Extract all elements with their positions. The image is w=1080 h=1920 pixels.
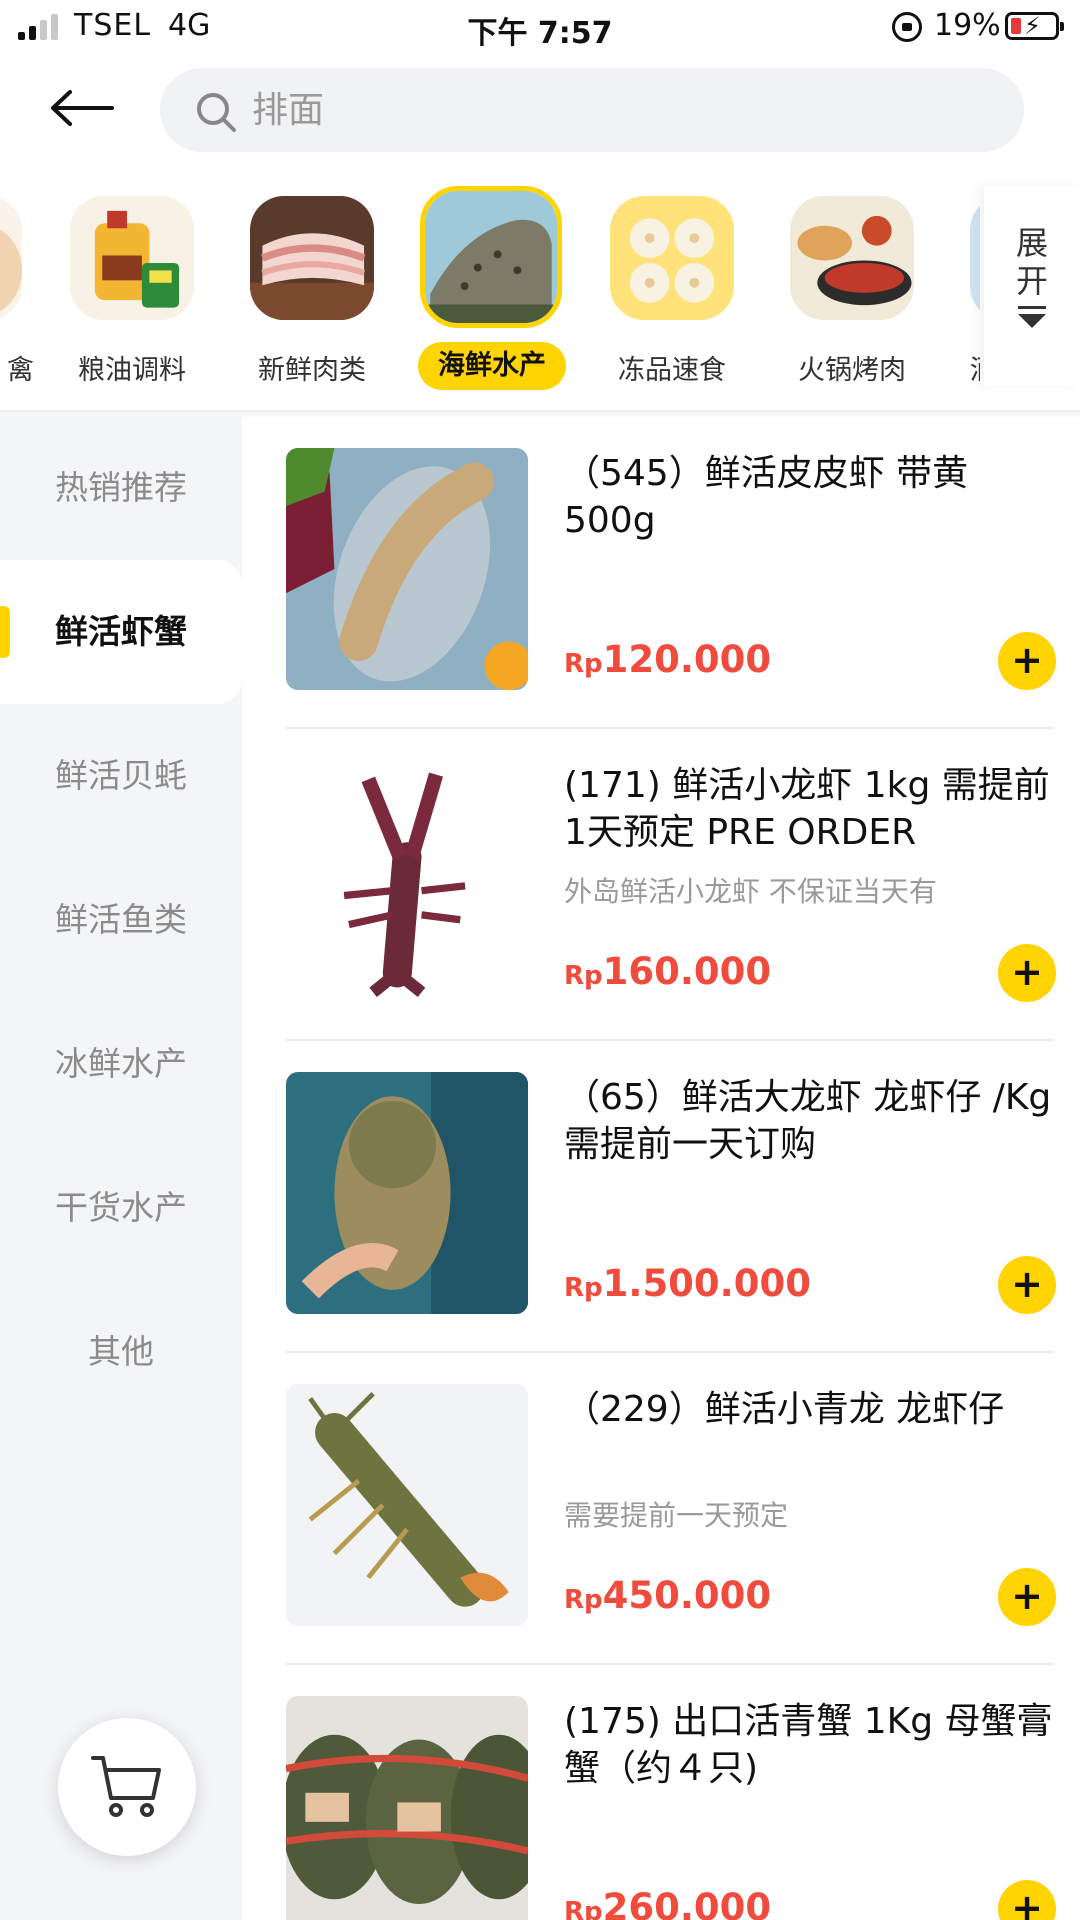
product-price: Rp160.000 xyxy=(564,950,772,993)
arrow-left-icon xyxy=(51,90,114,126)
category-label: 禽 xyxy=(7,355,34,386)
product-price: Rp120.000 xyxy=(564,638,772,681)
category-image xyxy=(970,196,980,320)
product-desc: 需要提前一天预定 xyxy=(564,1499,789,1532)
search-input[interactable] xyxy=(252,68,952,152)
product-list[interactable]: （545）鲜活皮皮虾 带黄 500g Rp120.000 + (171) 鲜活小… xyxy=(242,416,1080,1920)
product-image xyxy=(286,1384,528,1626)
plus-icon: + xyxy=(1011,1573,1043,1618)
add-to-cart-button[interactable]: + xyxy=(998,1256,1056,1314)
add-to-cart-button[interactable]: + xyxy=(998,944,1056,1002)
cart-icon xyxy=(91,1756,161,1817)
charging-bolt-icon: ⚡ xyxy=(1024,12,1041,40)
plus-icon: + xyxy=(1011,637,1043,682)
category-label: 冻品速食 xyxy=(618,355,726,386)
search-icon xyxy=(197,93,236,132)
sidebar-item-fish[interactable]: 鲜活鱼类 xyxy=(0,848,242,992)
product-item[interactable]: （545）鲜活皮皮虾 带黄 500g Rp120.000 + xyxy=(286,416,1056,729)
category-label: 新鲜肉类 xyxy=(258,355,366,386)
product-desc: 外岛鲜活小龙虾 不保证当天有 xyxy=(564,875,937,908)
product-image xyxy=(286,1072,528,1314)
product-title: （229）鲜活小青龙 龙虾仔 xyxy=(564,1389,1005,1430)
product-title: (171) 鲜活小龙虾 1kg 需提前1天预定 PRE ORDER xyxy=(564,765,1050,853)
sidebar-item-chilled[interactable]: 冰鲜水产 xyxy=(0,992,242,1136)
caret-down-icon xyxy=(1018,306,1046,328)
product-price: Rp1.500.000 xyxy=(564,1262,811,1305)
product-item[interactable]: (171) 鲜活小龙虾 1kg 需提前1天预定 PRE ORDER 外岛鲜活小龙… xyxy=(286,728,1056,1041)
category-image xyxy=(790,196,914,320)
product-image xyxy=(286,1696,528,1920)
product-price: Rp450.000 xyxy=(564,1574,772,1617)
product-title: (175) 出口活青蟹 1Kg 母蟹膏蟹（约４只) xyxy=(564,1701,1053,1789)
product-image xyxy=(286,448,528,690)
category-image xyxy=(420,186,562,328)
sidebar-item-hot[interactable]: 热销推荐 xyxy=(0,416,242,560)
plus-icon: + xyxy=(1011,949,1043,994)
plus-icon: + xyxy=(1011,1885,1043,1920)
category-label: 火锅烤肉 xyxy=(798,355,906,386)
cart-button[interactable] xyxy=(58,1718,196,1856)
sidebar-item-other[interactable]: 其他 xyxy=(0,1280,242,1424)
category-image xyxy=(250,196,374,320)
add-to-cart-button[interactable]: + xyxy=(998,632,1056,690)
category-sidebar: 热销推荐 鲜活虾蟹 鲜活贝蚝 鲜活鱼类 冰鲜水产 干货水产 其他 xyxy=(0,416,242,1920)
add-to-cart-button[interactable]: + xyxy=(998,1880,1056,1920)
product-item[interactable]: （229）鲜活小青龙 龙虾仔 需要提前一天预定 Rp450.000 + xyxy=(286,1352,1056,1665)
category-label: 酒 xyxy=(952,348,980,387)
back-button[interactable] xyxy=(48,78,118,138)
sidebar-item-shellfish[interactable]: 鲜活贝蚝 xyxy=(0,704,242,848)
expand-categories-button[interactable]: 展开 xyxy=(984,186,1080,386)
sidebar-item-dried[interactable]: 干货水产 xyxy=(0,1136,242,1280)
plus-icon: + xyxy=(1011,1261,1043,1306)
sidebar-item-shrimp-crab[interactable]: 鲜活虾蟹 xyxy=(0,560,242,704)
category-image xyxy=(0,196,22,320)
product-item[interactable]: （65）鲜活大龙虾 龙虾仔 /Kg 需提前一天订购 Rp1.500.000 + xyxy=(286,1040,1056,1353)
product-image xyxy=(286,760,528,1002)
category-label: 海鲜水产 xyxy=(418,342,566,390)
search-bar[interactable] xyxy=(160,68,1024,152)
category-strip[interactable]: 禽 粮油调料 新鲜肉类 海鲜水产 冻品速食 火锅烤肉 酒 xyxy=(0,186,980,404)
product-price: Rp260.000 xyxy=(564,1886,772,1920)
category-image xyxy=(70,196,194,320)
product-title: （545）鲜活皮皮虾 带黄 500g xyxy=(564,453,969,541)
battery-icon: ⚡ xyxy=(1005,12,1064,40)
product-item[interactable]: (175) 出口活青蟹 1Kg 母蟹膏蟹（约４只) Rp260.000 + xyxy=(286,1664,1056,1920)
category-label: 粮油调料 xyxy=(78,355,186,386)
expand-label: 展开 xyxy=(1015,224,1048,300)
orientation-lock-icon xyxy=(892,12,922,42)
product-title: （65）鲜活大龙虾 龙虾仔 /Kg 需提前一天订购 xyxy=(564,1077,1052,1165)
status-bar: TSEL 4G 下午 7:57 19% ⚡ xyxy=(0,0,1080,56)
add-to-cart-button[interactable]: + xyxy=(998,1568,1056,1626)
category-image xyxy=(610,196,734,320)
battery-percent: 19% xyxy=(934,8,1001,43)
